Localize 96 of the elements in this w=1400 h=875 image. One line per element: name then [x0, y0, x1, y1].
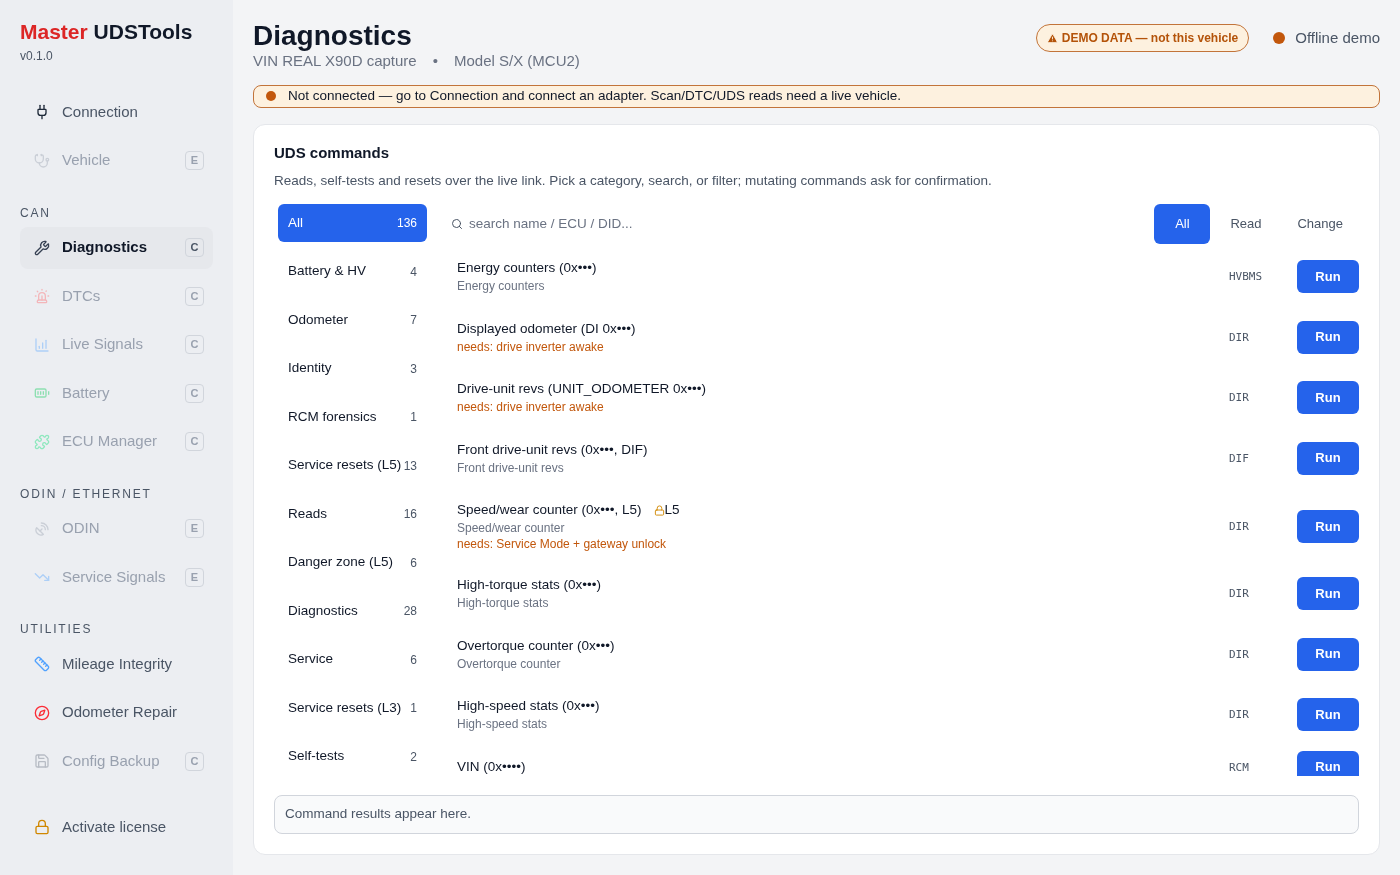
command-name: Drive-unit revs (UNIT_ODOMETER 0x•••) [457, 380, 706, 398]
sidebar-item[interactable]: Connection [20, 91, 213, 133]
command-name: VIN (0x••••) [457, 757, 526, 776]
bar-chart-icon [34, 336, 50, 353]
puzzle-icon [34, 433, 50, 450]
command-subtitle: Overtorque counter [457, 655, 562, 672]
satellite-dish-icon [34, 520, 50, 537]
requirement-note: needs: drive inverter awake [457, 338, 605, 355]
filter-tab[interactable]: Change [1281, 204, 1359, 244]
category-item[interactable]: Service resets (L5) 13 [278, 446, 427, 485]
sidebar-item[interactable]: Activate license [20, 806, 213, 848]
run-button[interactable]: Run [1297, 577, 1359, 610]
command-name: Energy counters (0x•••) [457, 259, 597, 277]
badge: C [185, 383, 204, 403]
run-button[interactable]: Run [1297, 750, 1359, 776]
alert-message: Not connected — go to Connection and connect an adapter. Scan/DTC/UDS reads need a live vehicle. [288, 87, 902, 106]
category-item[interactable]: All 136 [278, 204, 427, 242]
vin-label: VIN REAL X90D capture [253, 51, 417, 71]
command-subtitle: High-speed stats [457, 716, 549, 732]
warning-icon [1046, 32, 1058, 44]
ecu-label: RCM [1229, 759, 1250, 776]
command-name: Displayed odometer (DI 0x•••) [457, 319, 636, 338]
category-item[interactable]: Reads 16 [278, 495, 427, 533]
lock-icon [34, 819, 50, 835]
requirement-note: needs: Service Mode + gateway unlock [457, 536, 668, 552]
level-label: L5 [664, 501, 680, 519]
category-item[interactable]: Danger zone (L5) 6 [278, 543, 427, 582]
badge: C [185, 286, 204, 306]
siren-icon [34, 288, 50, 304]
separator-dot: • [432, 51, 438, 71]
model-label: Model S/X (MCU2) [453, 51, 580, 71]
run-button[interactable]: Run [1297, 381, 1359, 414]
run-button[interactable]: Run [1297, 320, 1359, 354]
category-item[interactable]: Service 6 [278, 640, 427, 679]
search-icon [451, 218, 463, 230]
badge: E [185, 151, 204, 170]
category-item[interactable]: Diagnostics 28 [278, 592, 427, 630]
category-item[interactable]: Battery & HV 4 [278, 252, 427, 291]
ecu-label: DIR [1229, 707, 1250, 723]
lock-icon [653, 504, 665, 516]
ecu-label: DIR [1229, 390, 1250, 406]
command-subtitle: Energy counters [457, 278, 546, 294]
sidebar-item[interactable]: Diagnostics C [20, 226, 213, 269]
version-label: v0.1.0 [20, 48, 54, 64]
run-button[interactable]: Run [1297, 260, 1359, 293]
command-name: High-speed stats (0x•••) [457, 697, 600, 715]
badge: C [185, 335, 204, 354]
run-button[interactable]: Run [1297, 637, 1359, 671]
page-title: Diagnostics [253, 20, 413, 52]
results-field: Command results appear here. [274, 795, 1359, 834]
demo-data-badge: DEMO DATA — not this vehicle [1035, 24, 1250, 52]
ruler-icon [34, 656, 50, 672]
command-subtitle: Front drive-unit revs [457, 459, 565, 476]
ecu-label: DIR [1229, 519, 1250, 535]
category-item[interactable]: Service resets (L3) 1 [278, 689, 427, 727]
requirement-note: needs: drive inverter awake [457, 399, 605, 415]
command-name: Speed/wear counter (0x•••, L5) [457, 501, 642, 519]
filter-tab[interactable]: Read [1214, 204, 1278, 244]
sidebar-item[interactable]: Mileage Integrity [20, 643, 213, 685]
compass-icon [34, 704, 50, 721]
wrench-icon [34, 239, 50, 256]
sidebar-item[interactable]: Odometer Repair [20, 691, 213, 734]
command-subtitle: High-torque stats [457, 595, 550, 611]
ecu-label: DIR [1229, 646, 1250, 663]
category-item[interactable]: Identity 3 [278, 349, 427, 388]
command-name: Front drive-unit revs (0x•••, DIF) [457, 440, 648, 459]
brand-name: Master UDSTools [20, 20, 193, 43]
badge: E [185, 567, 204, 587]
section-header: UTILITIES [20, 621, 94, 638]
ecu-label: DIR [1229, 329, 1250, 346]
category-item[interactable]: Odometer 7 [278, 301, 427, 339]
command-subtitle: Speed/wear counter [457, 520, 566, 536]
plug-icon [34, 104, 50, 120]
status-label: Offline demo [1295, 27, 1380, 48]
ecu-label: DIR [1229, 586, 1250, 602]
ecu-label: HVBMS [1229, 269, 1264, 285]
badge: C [185, 751, 204, 771]
search-field[interactable]: search name / ECU / DID... [469, 213, 1155, 235]
run-button[interactable]: Run [1297, 698, 1359, 731]
battery-icon [34, 385, 50, 401]
filter-tab[interactable]: All [1154, 204, 1211, 244]
panel-title: UDS commands [274, 143, 391, 163]
command-name: Overtorque counter (0x•••) [457, 636, 615, 655]
category-item[interactable]: Self-tests 2 [278, 737, 427, 776]
badge: C [185, 238, 204, 257]
panel-description: Reads, self-tests and resets over the live link. Pick a category, search, or filter; mutating commands ask for confirmation. [274, 172, 993, 190]
section-header: CAN [20, 204, 52, 222]
stethoscope-icon [34, 152, 50, 169]
run-button[interactable]: Run [1297, 441, 1359, 475]
badge: E [185, 519, 204, 538]
section-header: ODIN / ETHERNET [20, 485, 153, 503]
badge: C [185, 432, 204, 451]
ecu-label: DIF [1229, 450, 1250, 467]
run-button[interactable]: Run [1297, 510, 1359, 543]
category-item[interactable]: RCM forensics 1 [278, 398, 427, 436]
command-name: High-torque stats (0x•••) [457, 576, 601, 594]
